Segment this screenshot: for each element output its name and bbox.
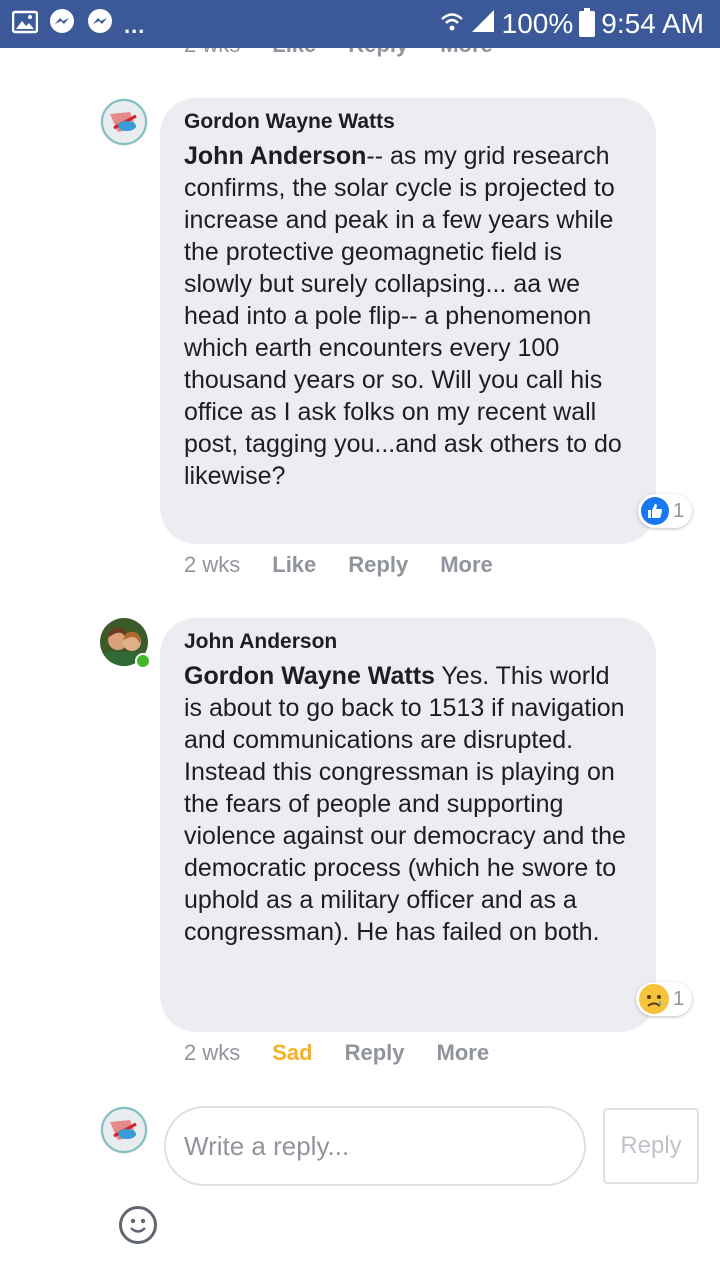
more-notifications-indicator: ... — [124, 13, 146, 38]
reply-button[interactable]: Reply — [348, 48, 408, 58]
comment-text: Gordon Wayne Watts Yes. This world is ab… — [184, 660, 632, 948]
comment-text: John Anderson-- as my grid research conf… — [184, 140, 632, 492]
comment-author[interactable]: Gordon Wayne Watts — [184, 110, 632, 134]
reaction-summary[interactable]: 1 — [638, 494, 693, 528]
more-button[interactable]: More — [440, 48, 493, 58]
like-icon — [641, 497, 669, 525]
comment-time: 2 wks — [184, 552, 241, 577]
wifi-icon — [440, 8, 464, 40]
comment-body: Yes. This world is about to go back to 1… — [184, 662, 626, 946]
reply-input[interactable]: Write a reply... — [164, 1106, 586, 1186]
online-status-dot — [135, 653, 151, 669]
more-button[interactable]: More — [440, 552, 493, 578]
sad-reaction-button[interactable]: Sad — [272, 1040, 312, 1066]
system-indicators: 100% 9:54 AM — [440, 6, 704, 42]
current-user-avatar — [100, 1106, 148, 1154]
like-button[interactable]: Like — [272, 552, 316, 578]
reaction-count: 1 — [673, 987, 685, 1010]
comment-bubble: Gordon Wayne Watts John Anderson-- as my… — [160, 98, 656, 544]
status-bar: ... 100% 9:54 AM — [0, 0, 720, 48]
reply-submit-button[interactable]: Reply — [603, 1108, 699, 1184]
mention-link[interactable]: Gordon Wayne Watts — [184, 662, 435, 690]
comment-body: -- as my grid research confirms, the sol… — [184, 142, 622, 490]
comment-time: 2 wks — [184, 48, 240, 58]
emoji-icon[interactable] — [119, 1206, 157, 1244]
reaction-summary[interactable]: 1 — [636, 982, 693, 1016]
battery-icon — [579, 8, 596, 37]
reaction-count: 1 — [673, 499, 685, 522]
battery-percent: 100% — [501, 8, 574, 39]
comment-time: 2 wks — [184, 1040, 241, 1065]
comment-bubble: John Anderson Gordon Wayne Watts Yes. Th… — [160, 618, 656, 1032]
messenger-icon — [48, 8, 76, 41]
previous-comment-actions: 2 wks Like Reply More — [184, 48, 584, 62]
messenger-icon — [86, 8, 114, 41]
notification-icons: ... — [11, 8, 146, 41]
like-button[interactable]: Like — [272, 48, 316, 58]
gallery-icon — [11, 10, 39, 39]
comment-author[interactable]: John Anderson — [184, 630, 632, 654]
clock: 9:54 AM — [601, 8, 704, 39]
sad-icon — [639, 984, 669, 1014]
more-button[interactable]: More — [437, 1040, 490, 1066]
comment-actions: 2 wks Like Reply More — [184, 552, 525, 578]
comment-actions: 2 wks Sad Reply More — [184, 1040, 521, 1066]
avatar[interactable] — [100, 98, 148, 146]
reply-button[interactable]: Reply — [348, 552, 408, 578]
reply-button[interactable]: Reply — [345, 1040, 405, 1066]
mention-link[interactable]: John Anderson — [184, 142, 366, 170]
signal-icon — [470, 8, 496, 41]
